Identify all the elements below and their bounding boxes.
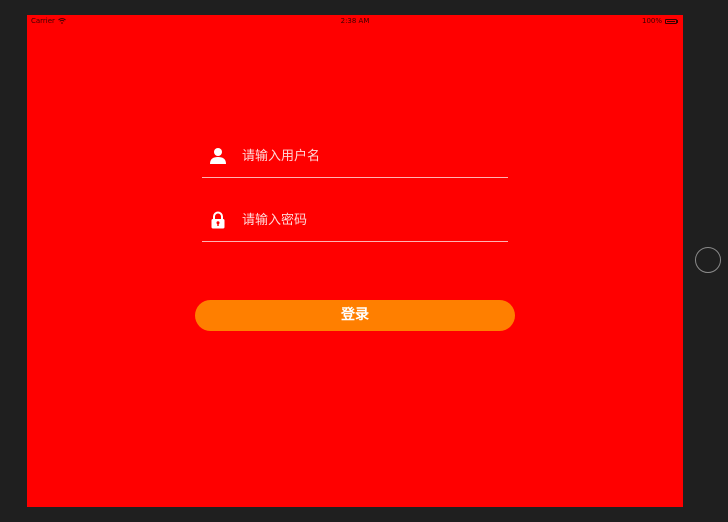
login-button[interactable]: 登录 [195,300,515,331]
battery-icon [665,18,678,24]
user-icon [210,148,226,164]
app-screen: Carrier 2:38 AM 100% 请输入用户名 登录 [27,15,683,507]
status-bar-time: 2:38 AM [340,17,370,25]
password-field [202,201,508,242]
status-bar: Carrier 2:38 AM 100% [27,15,683,27]
username-field [202,137,508,178]
password-input[interactable] [242,209,502,231]
simulator-frame: Carrier 2:38 AM 100% 请输入用户名 登录 [0,0,728,522]
username-input[interactable] [242,145,502,167]
battery-percent: 100% [641,17,662,25]
home-button[interactable] [695,247,721,273]
lock-icon [211,211,225,229]
status-bar-right: 100% [642,15,678,27]
